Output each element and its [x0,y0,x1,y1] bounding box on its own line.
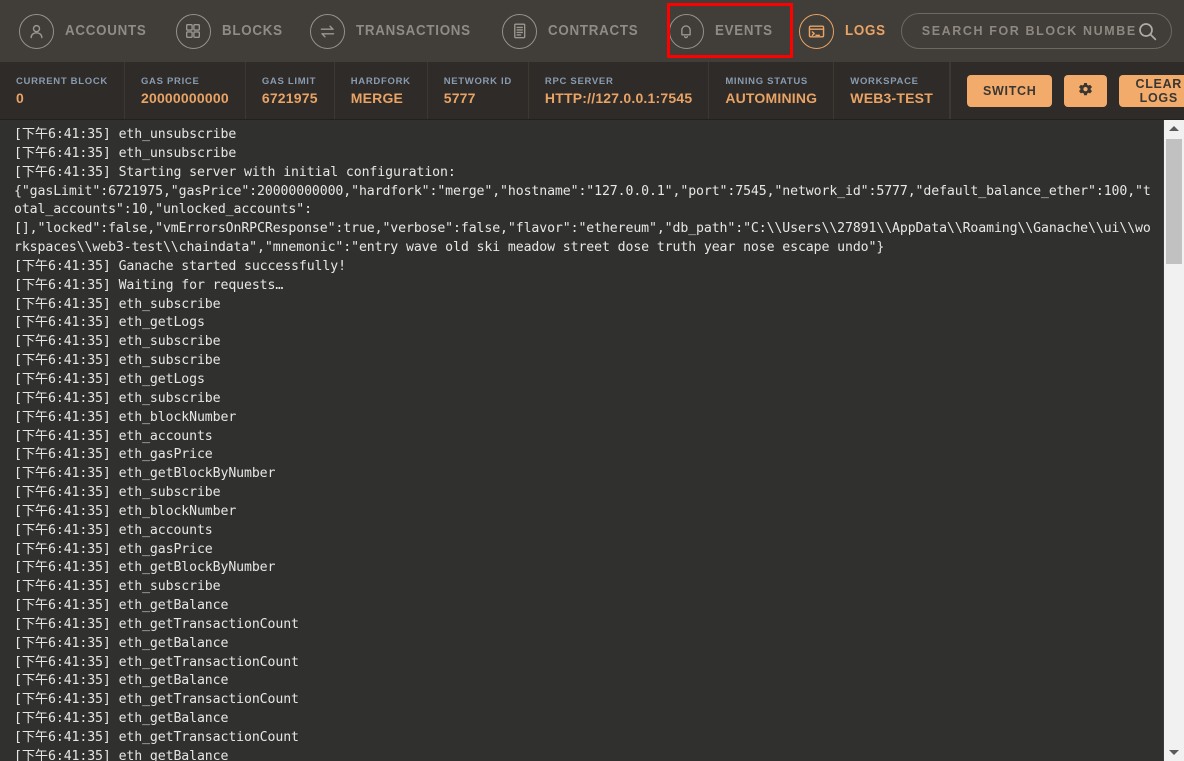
log-line: [下午6:41:35] eth_getTransactionCount [14,654,299,670]
log-line: [下午6:41:35] eth_getBalance [14,598,229,614]
log-line: otal_accounts":10,"unlocked_accounts": [14,202,312,218]
status-item-hardfork: HARDFORK MERGE [335,62,428,119]
status-item-label: HARDFORK [350,75,411,87]
grid-icon [175,13,211,49]
log-line: [下午6:41:35] eth_subscribe [14,296,221,312]
status-item-value: HTTP://127.0.0.1:7545 [544,89,693,106]
status-item-label: NETWORK ID [443,75,512,87]
log-line: [下午6:41:35] eth_getBlockByNumber [14,560,276,576]
nav-tab-accounts[interactable]: ACCOUNTS [8,0,165,62]
log-line: [下午6:41:35] eth_subscribe [14,390,221,406]
nav-tab-label: ACCOUNTS [65,23,147,39]
status-actions: SWITCH CLEAR LOGS [951,62,1184,119]
log-line: [下午6:41:35] eth_gasPrice [14,541,213,557]
status-item-rpc-server: RPC SERVER HTTP://127.0.0.1:7545 [529,62,710,119]
log-line: [下午6:41:35] eth_unsubscribe [14,127,237,142]
log-line: [下午6:41:35] eth_subscribe [14,485,221,501]
log-line: [下午6:41:35] eth_getBalance [14,711,229,727]
status-item-label: WORKSPACE [850,75,919,87]
log-line: [下午6:41:35] Starting server with initial… [14,164,456,180]
bell-icon [668,13,704,49]
status-bar: CURRENT BLOCK 0 GAS PRICE 20000000000 GAS LI… [0,62,1184,120]
log-line: [下午6:41:35] eth_getBalance [14,635,229,651]
clear-logs-button[interactable]: CLEAR LOGS [1119,74,1184,107]
log-line: [下午6:41:35] eth_accounts [14,428,213,444]
status-item-value: 5777 [443,89,476,106]
status-item-mining-status: MINING STATUS AUTOMINING [709,62,835,119]
log-line: [下午6:41:35] eth_getBalance [14,748,229,761]
search-bar[interactable] [900,13,1172,49]
log-line: [下午6:41:35] eth_subscribe [14,334,221,350]
nav-tab-label: EVENTS [714,23,773,39]
status-item-label: MINING STATUS [725,75,808,87]
log-output-panel: [下午6:41:35] eth_unsubscribe [下午6:41:35] e… [0,120,1184,761]
status-metrics: CURRENT BLOCK 0 GAS PRICE 20000000000 GAS LI… [0,62,950,119]
scrollbar-down-arrow[interactable] [1164,744,1184,761]
search-icon[interactable] [1138,22,1157,41]
triangle-down-icon [1169,750,1179,755]
log-scrollbar[interactable] [1163,120,1184,761]
status-item-gas-limit: GAS LIMIT 6721975 [246,62,335,119]
status-item-value: MERGE [350,89,404,106]
nav-tab-logs[interactable]: LOGS [788,0,900,62]
log-line: {"gasLimit":6721975,"gasPrice":200000000… [14,183,1151,199]
log-line: [下午6:41:35] eth_unsubscribe [14,145,237,161]
log-line: [下午6:41:35] eth_getLogs [14,315,205,331]
user-icon [19,13,54,49]
nav-tab-contracts[interactable]: CONTRACTS [491,0,657,62]
log-line: [下午6:41:35] eth_getBalance [14,673,229,689]
gear-icon [1077,82,1094,99]
log-line: [],"locked":false,"vmErrorsOnRPCResponse… [14,221,1151,237]
status-item-label: GAS LIMIT [261,75,317,87]
status-item-network-id: NETWORK ID 5777 [428,62,529,119]
status-item-current-block: CURRENT BLOCK 0 [0,62,125,119]
log-line: [下午6:41:35] eth_getTransactionCount [14,730,299,745]
settings-button[interactable] [1064,74,1108,107]
log-line: [下午6:41:35] eth_getTransactionCount [14,692,299,708]
log-line: [下午6:41:35] Ganache started successfully… [14,258,346,274]
log-line: [下午6:41:35] eth_subscribe [14,579,221,595]
nav-tab-label: TRANSACTIONS [355,23,471,39]
status-item-value: 0 [16,89,24,106]
status-item-label: RPC SERVER [544,75,614,87]
status-item-label: GAS PRICE [140,75,200,87]
document-icon [502,13,538,49]
log-line: [下午6:41:35] eth_accounts [14,522,213,538]
log-line: [下午6:41:35] eth_gasPrice [14,447,213,463]
scrollbar-up-arrow[interactable] [1164,120,1184,137]
top-navigation-bar: ACCOUNTS BLOCKS TRANSACTIONS CONTRACTS EVENT… [0,0,1184,62]
nav-tab-transactions[interactable]: TRANSACTIONS [299,0,492,62]
search-input[interactable] [919,23,1138,39]
status-item-gas-price: GAS PRICE 20000000000 [125,62,246,119]
status-item-workspace: WORKSPACE WEB3-TEST [834,62,950,119]
status-item-label: CURRENT BLOCK [16,75,108,87]
nav-tab-label: LOGS [845,23,887,39]
log-line: [下午6:41:35] eth_getLogs [14,371,205,387]
log-lines-container[interactable]: [下午6:41:35] eth_unsubscribe [下午6:41:35] e… [0,120,1163,761]
log-line: rkspaces\\web3-test\\chaindata","mnemoni… [14,240,885,256]
status-item-value: 20000000000 [140,89,229,106]
exchange-icon [309,13,345,49]
switch-button[interactable]: SWITCH [966,74,1053,107]
triangle-up-icon [1169,126,1179,131]
log-line: [下午6:41:35] eth_getBlockByNumber [14,466,276,482]
nav-tab-blocks[interactable]: BLOCKS [165,0,299,62]
log-line: [下午6:41:35] Waiting for requests… [14,277,284,293]
scrollbar-thumb[interactable] [1166,139,1182,264]
nav-tab-events[interactable]: EVENTS [658,0,789,62]
status-item-value: AUTOMINING [725,89,818,106]
nav-tab-label: CONTRACTS [548,23,639,39]
ganache-window: ACCOUNTS BLOCKS TRANSACTIONS CONTRACTS EVENT… [0,0,1184,761]
status-item-value: WEB3-TEST [850,89,933,106]
terminal-icon [799,13,835,49]
log-line: [下午6:41:35] eth_blockNumber [14,503,237,519]
log-line: [下午6:41:35] eth_subscribe [14,353,221,369]
nav-tab-list: ACCOUNTS BLOCKS TRANSACTIONS CONTRACTS EVENT… [8,0,901,62]
log-line: [下午6:41:35] eth_blockNumber [14,409,237,425]
log-line: [下午6:41:35] eth_getTransactionCount [14,616,299,632]
nav-tab-label: BLOCKS [221,23,283,39]
status-item-value: 6721975 [261,89,318,106]
